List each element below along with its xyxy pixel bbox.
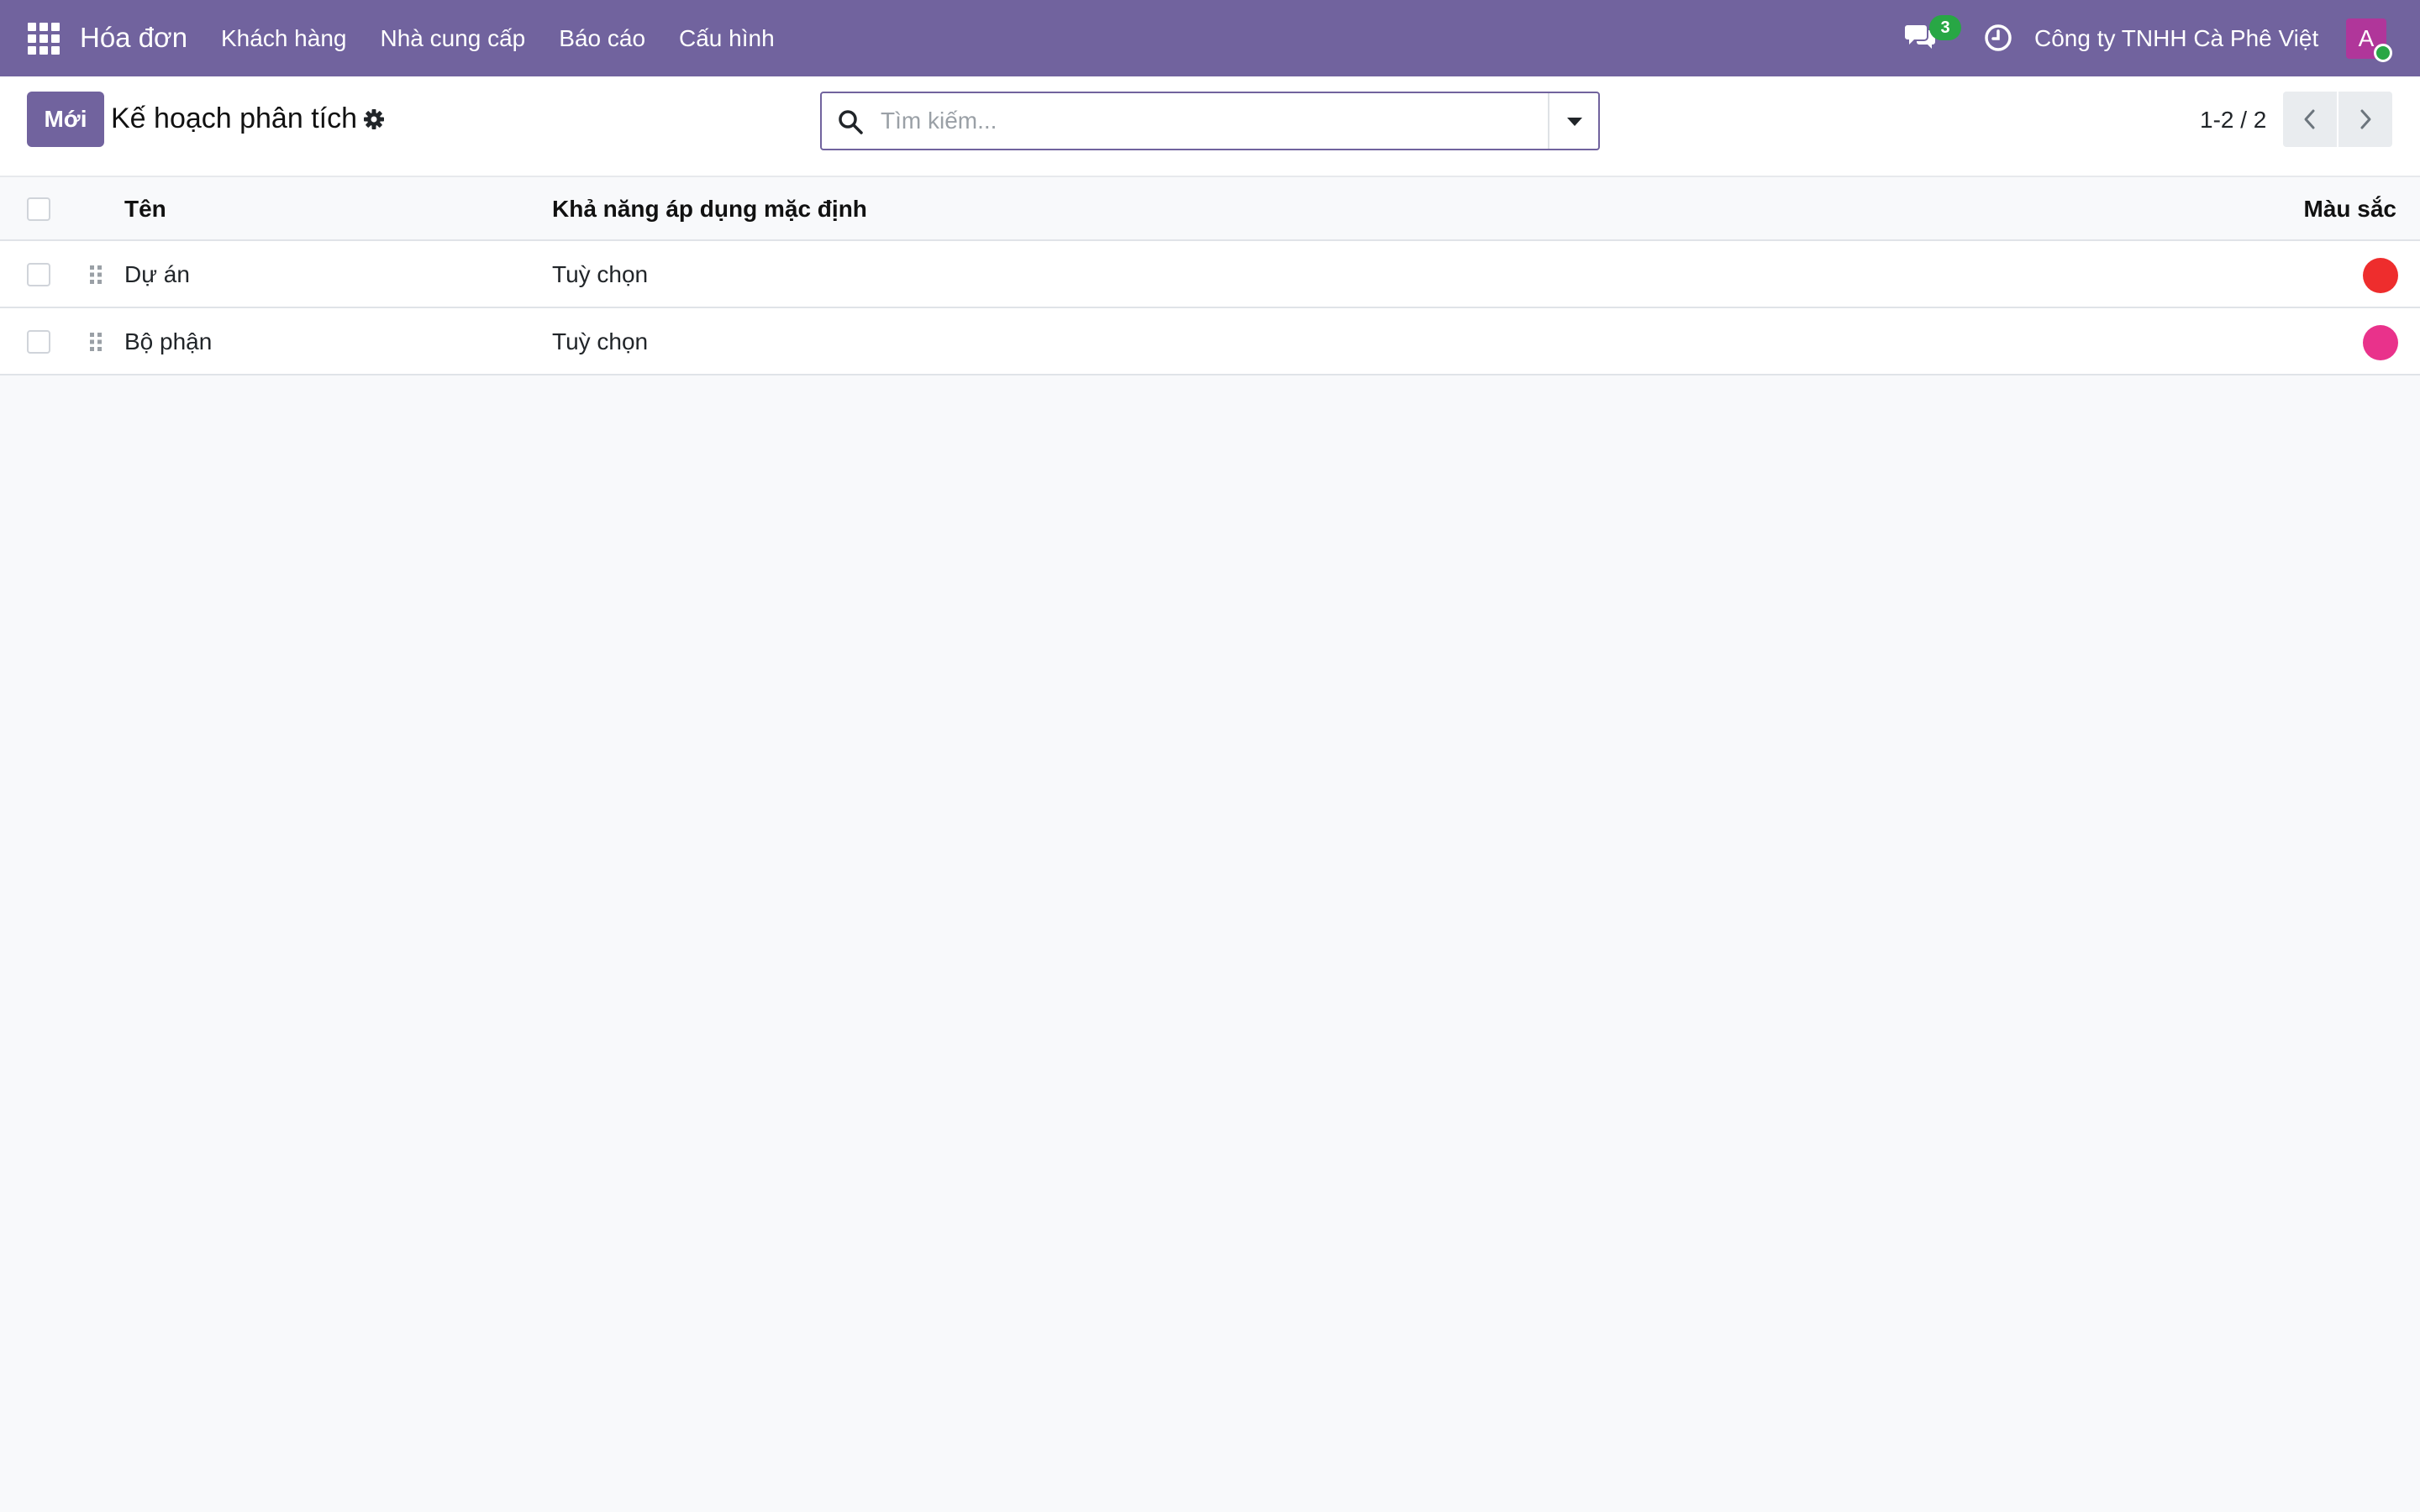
column-header-color[interactable]: Màu sắc (2304, 192, 2397, 226)
menu-item-vendors[interactable]: Nhà cung cấp (380, 22, 525, 55)
table-row[interactable]: Dự án Tuỳ chọn (0, 241, 2420, 308)
menu-item-configuration[interactable]: Cấu hình (679, 22, 775, 55)
table-row[interactable]: Bộ phận Tuỳ chọn (0, 308, 2420, 375)
table-header: Tên Khả năng áp dụng mặc định Màu sắc (0, 177, 2420, 241)
cell-name: Dự án (124, 261, 190, 287)
pager-next-button[interactable] (2338, 92, 2392, 147)
search-bar (820, 92, 1600, 150)
gear-icon[interactable] (361, 107, 387, 132)
pager-value[interactable]: 1-2 / 2 (2200, 103, 2266, 137)
cell-name: Bộ phận (124, 328, 213, 354)
row-checkbox[interactable] (27, 263, 50, 286)
drag-handle-icon[interactable] (87, 263, 104, 286)
color-swatch[interactable] (2363, 325, 2398, 360)
cell-default-applicability: Tuỳ chọn (552, 328, 649, 354)
online-status-dot (2374, 44, 2392, 62)
row-checkbox[interactable] (27, 330, 50, 354)
drag-handle-icon[interactable] (87, 330, 104, 354)
caret-down-icon (1567, 118, 1582, 126)
chevron-left-icon (2304, 109, 2315, 129)
page-title: Kế hoạch phân tích (111, 102, 358, 134)
app-title[interactable]: Hóa đơn (80, 20, 187, 55)
column-header-name[interactable]: Tên (124, 192, 166, 226)
menu-item-reporting[interactable]: Báo cáo (559, 22, 645, 55)
main-menu: Khách hàng Nhà cung cấp Báo cáo Cấu hình (221, 22, 808, 55)
color-swatch[interactable] (2363, 258, 2398, 293)
search-options-toggle[interactable] (1548, 93, 1598, 149)
column-header-default-applicability[interactable]: Khả năng áp dụng mặc định (552, 192, 867, 226)
company-switcher[interactable]: Công ty TNHH Cà Phê Việt (2034, 22, 2318, 55)
search-icon (839, 110, 863, 134)
pager-previous-button[interactable] (2283, 92, 2337, 147)
select-all-checkbox[interactable] (27, 197, 50, 221)
new-button[interactable]: Mới (27, 92, 104, 147)
menu-item-customers[interactable]: Khách hàng (221, 22, 346, 55)
search-input[interactable] (881, 100, 1519, 142)
top-navbar: Hóa đơn Khách hàng Nhà cung cấp Báo cáo … (0, 0, 2420, 76)
analytic-plans-table: Tên Khả năng áp dụng mặc định Màu sắc Dự… (0, 177, 2420, 375)
control-panel: Mới Kế hoạch phân tích 1-2 / 2 (0, 76, 2420, 177)
cell-default-applicability: Tuỳ chọn (552, 261, 649, 287)
chat-count-badge: 3 (1929, 15, 1961, 40)
chevron-right-icon (2360, 109, 2371, 129)
apps-menu-icon[interactable] (28, 23, 60, 55)
activity-clock-icon[interactable] (1984, 24, 2012, 52)
